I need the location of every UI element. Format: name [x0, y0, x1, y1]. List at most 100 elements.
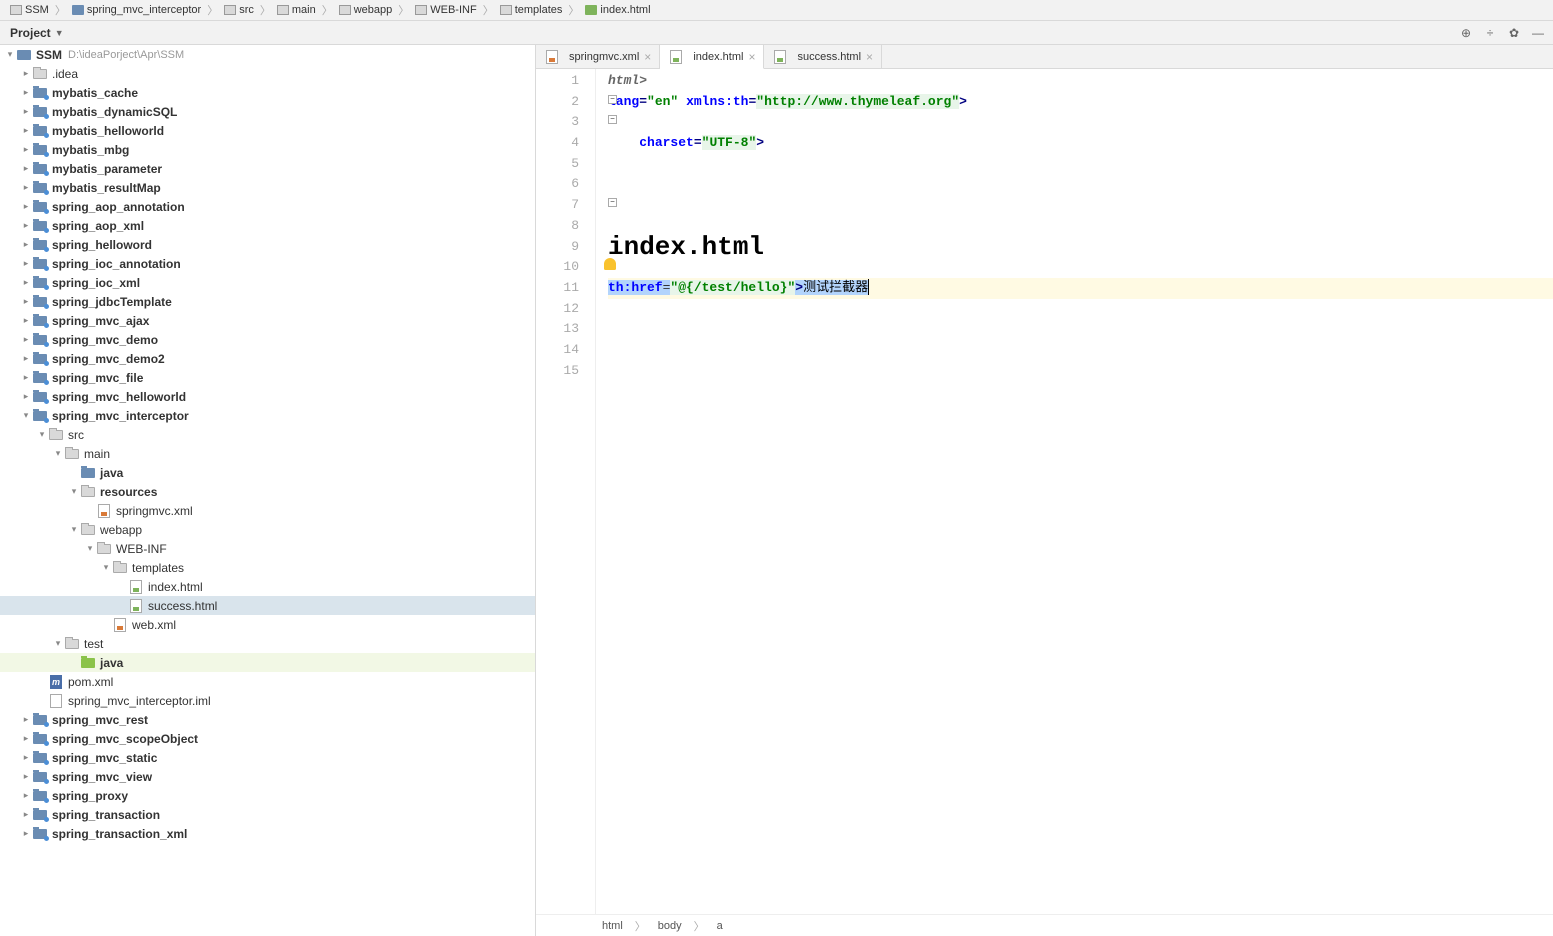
tree-item[interactable]: ▸ spring_mvc_ajax	[0, 311, 535, 330]
tree-item[interactable]: ▸ spring_proxy	[0, 786, 535, 805]
code-line[interactable]	[608, 174, 1553, 195]
tree-item[interactable]: ▸ spring_ioc_annotation	[0, 254, 535, 273]
tree-item[interactable]: ▸ mybatis_parameter	[0, 159, 535, 178]
expand-arrow-icon[interactable]: ▸	[20, 809, 32, 820]
code-line[interactable]: −	[608, 195, 1553, 216]
code-line[interactable]	[608, 319, 1553, 340]
code-line[interactable]: </span><span class="tok-text">首页</span><…	[608, 154, 1553, 175]
breadcrumb-node[interactable]: a	[711, 920, 729, 932]
tree-item[interactable]: ▸ spring_jdbcTemplate	[0, 292, 535, 311]
breadcrumb-item[interactable]: WEB-INF	[411, 4, 480, 16]
expand-arrow-icon[interactable]: ▾	[68, 524, 80, 535]
tree-item[interactable]: ▸ spring_mvc_demo	[0, 330, 535, 349]
code-line[interactable]: index.html	[608, 237, 1553, 258]
expand-arrow-icon[interactable]: ▾	[20, 410, 32, 421]
expand-arrow-icon[interactable]: ▸	[20, 315, 32, 326]
tree-item[interactable]: ▾ test	[0, 634, 535, 653]
fold-icon[interactable]: −	[608, 115, 617, 124]
tree-item[interactable]: web.xml	[0, 615, 535, 634]
tree-item[interactable]: ▸ spring_transaction_xml	[0, 824, 535, 843]
expand-arrow-icon[interactable]: ▸	[20, 106, 32, 117]
breadcrumb-item[interactable]: index.html	[581, 4, 654, 16]
code-line[interactable]	[608, 361, 1553, 382]
code-line[interactable]: −lang="en" xmlns:th="http://www.thymelea…	[608, 92, 1553, 113]
hide-icon[interactable]: —	[1531, 26, 1545, 40]
tree-item[interactable]: ▸ spring_helloword	[0, 235, 535, 254]
tree-item[interactable]: ▸ spring_mvc_helloworld	[0, 387, 535, 406]
expand-arrow-icon[interactable]: ▸	[20, 277, 32, 288]
tree-item[interactable]: ▾ resources	[0, 482, 535, 501]
breadcrumb-node[interactable]: html	[596, 920, 629, 932]
expand-arrow-icon[interactable]: ▸	[20, 733, 32, 744]
code-line[interactable]: th:href="@{/test/hello}">测试拦截器	[608, 278, 1553, 299]
expand-arrow-icon[interactable]: ▾	[52, 638, 64, 649]
expand-arrow-icon[interactable]: ▸	[20, 220, 32, 231]
tree-item[interactable]: ▸ mybatis_dynamicSQL	[0, 102, 535, 121]
breadcrumb-item[interactable]: spring_mvc_interceptor	[68, 4, 205, 16]
tree-item[interactable]: ▸ spring_aop_annotation	[0, 197, 535, 216]
breadcrumb-item[interactable]: SSM	[6, 4, 53, 16]
expand-arrow-icon[interactable]: ▾	[100, 562, 112, 573]
code-line[interactable]	[608, 257, 1553, 278]
expand-arrow-icon[interactable]: ▸	[20, 752, 32, 763]
tree-item[interactable]: ▾ WEB-INF	[0, 539, 535, 558]
expand-arrow-icon[interactable]: ▸	[20, 391, 32, 402]
locate-icon[interactable]: ⊕	[1459, 26, 1473, 40]
expand-arrow-icon[interactable]: ▸	[20, 125, 32, 136]
tree-item[interactable]: ▸ .idea	[0, 64, 535, 83]
tree-item[interactable]: ▸ mybatis_resultMap	[0, 178, 535, 197]
expand-arrow-icon[interactable]: ▸	[20, 163, 32, 174]
expand-arrow-icon[interactable]: ▾	[4, 49, 16, 60]
code-line[interactable]	[608, 299, 1553, 320]
expand-arrow-icon[interactable]: ▾	[68, 486, 80, 497]
tree-root-item[interactable]: ▾ SSM D:\ideaPorject\Apr\SSM	[0, 45, 535, 64]
expand-arrow-icon[interactable]: ▸	[20, 182, 32, 193]
tree-item[interactable]: ▸ mybatis_cache	[0, 83, 535, 102]
code-line[interactable]: charset="UTF-8">	[608, 133, 1553, 154]
breadcrumb-item[interactable]: main	[273, 4, 320, 16]
expand-arrow-icon[interactable]: ▸	[20, 239, 32, 250]
breadcrumb-item[interactable]: webapp	[335, 4, 397, 16]
tree-item[interactable]: ▸ spring_mvc_static	[0, 748, 535, 767]
expand-arrow-icon[interactable]: ▾	[52, 448, 64, 459]
fold-icon[interactable]: −	[608, 198, 617, 207]
code-editor[interactable]: 123456789101112131415 html>−lang="en" xm…	[536, 69, 1553, 914]
fold-icon[interactable]: −	[608, 95, 617, 104]
tree-item[interactable]: ▾ templates	[0, 558, 535, 577]
tree-item[interactable]: ▸ mybatis_mbg	[0, 140, 535, 159]
intention-bulb-icon[interactable]	[604, 258, 616, 270]
tree-item[interactable]: ▸ spring_mvc_demo2	[0, 349, 535, 368]
tree-item[interactable]: index.html	[0, 577, 535, 596]
expand-arrow-icon[interactable]: ▸	[20, 334, 32, 345]
project-tree[interactable]: ▾ SSM D:\ideaPorject\Apr\SSM ▸ .idea ▸ m…	[0, 45, 536, 936]
code-content[interactable]: html>−lang="en" xmlns:th="http://www.thy…	[596, 69, 1553, 914]
tree-item[interactable]: spring_mvc_interceptor.iml	[0, 691, 535, 710]
expand-arrow-icon[interactable]: ▸	[20, 353, 32, 364]
tree-item[interactable]: m pom.xml	[0, 672, 535, 691]
tree-item[interactable]: ▸ spring_ioc_xml	[0, 273, 535, 292]
code-line[interactable]: html>	[608, 71, 1553, 92]
expand-arrow-icon[interactable]: ▸	[20, 201, 32, 212]
expand-arrow-icon[interactable]: ▸	[20, 87, 32, 98]
tree-item[interactable]: springmvc.xml	[0, 501, 535, 520]
tree-item[interactable]: success.html	[0, 596, 535, 615]
expand-arrow-icon[interactable]: ▸	[20, 372, 32, 383]
breadcrumb-item[interactable]: templates	[496, 4, 567, 16]
expand-arrow-icon[interactable]: ▾	[36, 429, 48, 440]
tree-item[interactable]: ▸ spring_mvc_scopeObject	[0, 729, 535, 748]
expand-arrow-icon[interactable]: ▾	[84, 543, 96, 554]
expand-arrow-icon[interactable]: ▸	[20, 144, 32, 155]
expand-arrow-icon[interactable]: ▸	[20, 258, 32, 269]
tree-item[interactable]: ▸ spring_transaction	[0, 805, 535, 824]
editor-tab[interactable]: success.html ×	[764, 45, 882, 68]
editor-tab[interactable]: index.html ×	[660, 45, 764, 69]
tree-item[interactable]: ▸ spring_mvc_rest	[0, 710, 535, 729]
project-view-selector[interactable]: Project ▼	[0, 26, 74, 40]
code-line[interactable]	[608, 340, 1553, 361]
close-icon[interactable]: ×	[644, 50, 651, 64]
settings-icon[interactable]: ✿	[1507, 26, 1521, 40]
tree-item[interactable]: java	[0, 653, 535, 672]
close-icon[interactable]: ×	[866, 50, 873, 64]
tree-item[interactable]: ▸ mybatis_helloworld	[0, 121, 535, 140]
expand-arrow-icon[interactable]: ▸	[20, 68, 32, 79]
